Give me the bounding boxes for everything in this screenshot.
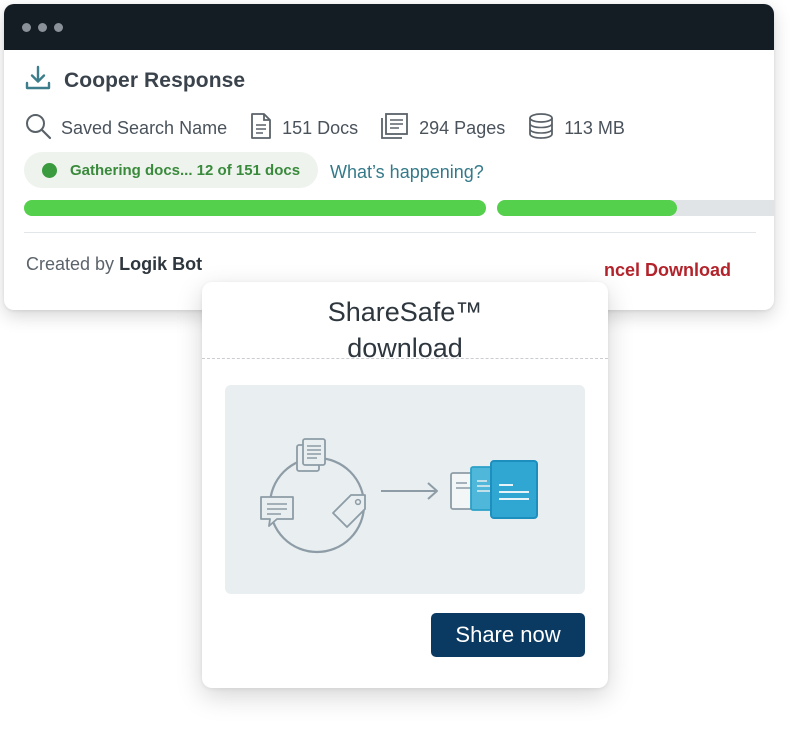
card-title-line1: ShareSafe™ [327, 297, 483, 327]
download-window: Cooper Response Saved Search Name 151 Do… [4, 4, 774, 310]
page-title: Cooper Response [64, 68, 246, 92]
documents-icon [296, 438, 326, 472]
search-name-label: Saved Search Name [61, 118, 228, 138]
created-by-name: Logik Bot [119, 254, 203, 274]
window-dot[interactable] [22, 23, 31, 32]
progress-bar-2-fill [497, 200, 677, 216]
document-icon [249, 112, 282, 145]
sharesafe-card: ShareSafe™ download Share now [202, 282, 608, 688]
meta-docs: 151 Docs [249, 112, 358, 145]
status-text: Gathering docs... 12 of 151 docs [70, 161, 301, 179]
window-dot[interactable] [38, 23, 47, 32]
share-now-button[interactable]: Share now [431, 613, 585, 657]
pages-count: 294 Pages [419, 118, 506, 138]
arrow-right-icon [381, 482, 438, 500]
database-icon [527, 112, 564, 145]
pages-icon [380, 112, 419, 145]
share-illustration [225, 385, 585, 594]
whats-happening-link[interactable]: What’s happening? [330, 162, 484, 183]
status-badge: Gathering docs... 12 of 151 docs [24, 152, 319, 188]
share-illustration-graphic [260, 438, 538, 554]
card-title: ShareSafe™ download [202, 294, 608, 366]
meta-size: 113 MB [527, 112, 625, 145]
card-dashed-divider [202, 358, 608, 359]
shared-documents-icon [450, 460, 538, 519]
download-icon [24, 64, 52, 97]
progress-bar-1-fill [24, 200, 486, 216]
window-heading: Cooper Response [24, 64, 245, 97]
created-by-prefix: Created by [26, 254, 115, 274]
cancel-download-button[interactable]: ncel Download [604, 260, 731, 281]
size-value: 113 MB [564, 118, 625, 138]
download-meta: Saved Search Name 151 Docs 294 Pages 113… [24, 112, 647, 145]
created-by: Created by Logik Bot [26, 254, 202, 275]
card-title-line2: download [347, 333, 463, 363]
docs-count: 151 Docs [282, 118, 359, 138]
window-dot[interactable] [54, 23, 63, 32]
meta-search: Saved Search Name [24, 112, 227, 145]
status-dot [42, 162, 57, 178]
search-icon [24, 112, 61, 145]
divider [24, 232, 756, 233]
meta-pages: 294 Pages [380, 112, 505, 145]
window-titlebar [4, 4, 774, 50]
chat-icon [260, 496, 294, 527]
